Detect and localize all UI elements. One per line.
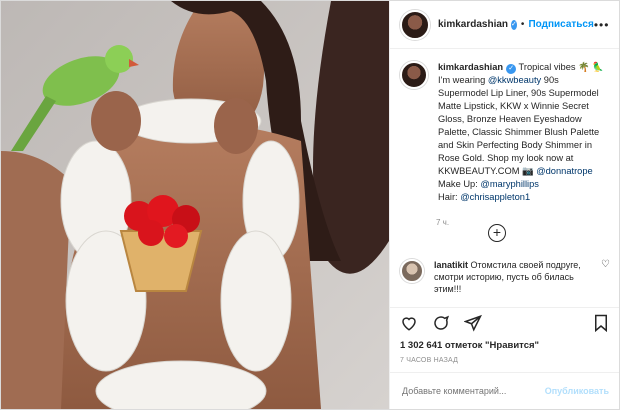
post-sidebar: kimkardashian ✓ • Подписаться ••• kimkar… [389, 1, 619, 409]
comment-username[interactable]: lanatikit [434, 260, 468, 270]
photo-illustration [1, 1, 389, 409]
share-icon[interactable] [464, 314, 482, 332]
comment-input[interactable] [400, 385, 545, 397]
caption-line1: I'm wearing [438, 75, 488, 85]
post-photo[interactable] [1, 1, 389, 409]
verified-icon: ✓ [511, 19, 517, 30]
caption-intro: Tropical vibes 🌴 🦜 [516, 62, 604, 72]
caption-verified-icon: ✓ [506, 64, 517, 74]
comment-icon[interactable] [432, 314, 450, 332]
mention-chrisappleton[interactable]: @chrisappleton1 [460, 192, 530, 202]
caption-text: kimkardashian ✓ Tropical vibes 🌴 🦜 I'm we… [438, 61, 609, 204]
comment-text: lanatikit Отомстила своей подруге, смотр… [434, 259, 594, 295]
caption-line4: Hair: [438, 192, 461, 202]
avatar[interactable] [400, 9, 430, 40]
caption-time: 7 ч. [436, 218, 450, 227]
caption: kimkardashian ✓ Tropical vibes 🌴 🦜 I'm we… [400, 61, 609, 204]
post-header: kimkardashian ✓ • Подписаться ••• [390, 1, 619, 49]
caption-avatar[interactable] [400, 61, 428, 89]
mention-donnatrope[interactable]: @donnatrope [536, 166, 592, 176]
cupcake-sticker [119, 195, 203, 292]
header-username[interactable]: kimkardashian [438, 19, 508, 30]
action-bar [390, 307, 619, 338]
caption-line3: Make Up: [438, 179, 481, 189]
post-timestamp[interactable]: 7 часов назад [390, 351, 619, 372]
comment-like-icon[interactable]: ♡ [601, 259, 610, 295]
instagram-post: kimkardashian ✓ • Подписаться ••• kimkar… [0, 0, 620, 410]
mention-maryphillips[interactable]: @maryphillips [480, 179, 539, 189]
follow-button[interactable]: Подписаться [528, 19, 593, 30]
plus-circle-icon[interactable]: + [488, 224, 506, 242]
comment-avatar[interactable] [400, 259, 424, 283]
publish-button[interactable]: Опубликовать [545, 386, 609, 396]
post-body: kimkardashian ✓ Tropical vibes 🌴 🦜 I'm we… [390, 49, 619, 307]
add-comment-bar: Опубликовать [390, 372, 619, 409]
separator-dot: • [520, 19, 525, 30]
comment-item: lanatikit Отомстила своей подруге, смотр… [400, 259, 610, 295]
caption-username[interactable]: kimkardashian [438, 62, 503, 72]
likes-count[interactable]: 1 302 641 отметок "Нравится" [390, 338, 619, 351]
mention-kkwbeauty[interactable]: @kkwbeauty [488, 75, 541, 85]
heart-icon[interactable] [400, 314, 418, 332]
caption-line2: 90s Supermodel Lip Liner, 90s Supermodel… [438, 75, 600, 176]
bookmark-icon[interactable] [593, 314, 609, 332]
more-options-icon[interactable]: ••• [594, 18, 610, 32]
